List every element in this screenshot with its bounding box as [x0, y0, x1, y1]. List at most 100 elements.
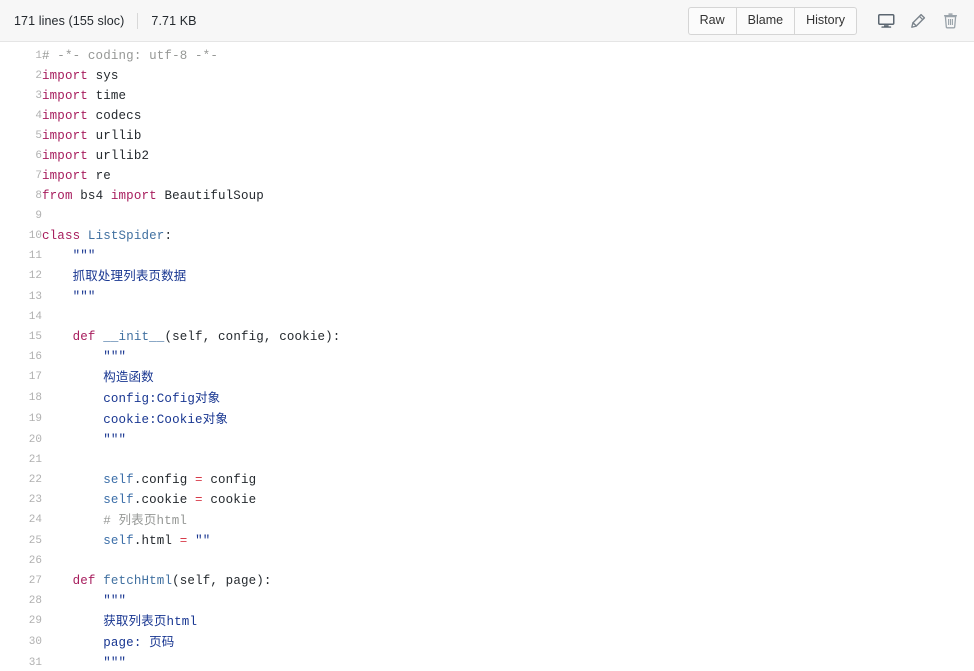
raw-button[interactable]: Raw [687, 6, 736, 35]
line-content[interactable]: import urllib2 [42, 146, 974, 166]
code-line-row: 15 def __init__(self, config, cookie): [0, 327, 974, 347]
line-content[interactable]: ​ [42, 551, 974, 571]
code-line-row: 1 # -*- coding: utf-8 -*- [0, 46, 974, 66]
code-token: """ [42, 656, 127, 670]
file-view-button-group: Raw Blame History [687, 6, 857, 35]
code-token: # [42, 514, 119, 528]
line-number[interactable]: 6 [0, 146, 42, 166]
code-token: .cookie [133, 493, 196, 507]
code-token: from [42, 189, 73, 203]
line-content[interactable]: config:Cofig对象 [42, 388, 974, 409]
line-number[interactable]: 15 [0, 327, 42, 347]
line-number[interactable]: 13 [0, 287, 42, 307]
line-number[interactable]: 29 [0, 611, 42, 632]
line-number[interactable]: 22 [0, 470, 42, 490]
line-number[interactable]: 11 [0, 246, 42, 266]
line-number[interactable]: 31 [0, 653, 42, 671]
code-token: self [103, 473, 134, 487]
line-content[interactable]: 获取列表页html [42, 611, 974, 632]
line-content[interactable]: class ListSpider: [42, 226, 974, 246]
code-line-row: 24 # 列表页html [0, 510, 974, 531]
code-token: (self, config, cookie): [164, 330, 341, 344]
code-line-row: 3 import time [0, 86, 974, 106]
line-content[interactable]: """ [42, 246, 974, 266]
code-line-row: 18 config:Cofig对象 [0, 388, 974, 409]
line-number[interactable]: 24 [0, 510, 42, 531]
line-content[interactable]: self.config = config [42, 470, 974, 490]
line-number[interactable]: 17 [0, 367, 42, 388]
line-number[interactable]: 28 [0, 591, 42, 611]
pencil-icon[interactable] [905, 8, 931, 34]
code-blob-area[interactable]: 1 # -*- coding: utf-8 -*- 2 import sys 3 impo… [0, 42, 974, 671]
code-token: 抓取处理列表页数据 [72, 268, 187, 283]
line-content[interactable]: import re [42, 166, 974, 186]
line-content[interactable]: """ [42, 591, 974, 611]
line-content[interactable]: import time [42, 86, 974, 106]
code-token: cookie [202, 493, 257, 507]
line-number[interactable]: 1 [0, 46, 42, 66]
code-line-row: 31 """ [0, 653, 974, 671]
line-number[interactable]: 18 [0, 388, 42, 409]
line-number[interactable]: 30 [0, 632, 42, 653]
blame-button[interactable]: Blame [735, 6, 795, 35]
line-number[interactable]: 12 [0, 266, 42, 287]
line-content[interactable]: 构造函数 [42, 367, 974, 388]
line-number[interactable]: 3 [0, 86, 42, 106]
desktop-icon[interactable] [873, 8, 899, 34]
line-number[interactable]: 16 [0, 347, 42, 367]
code-token: """ [42, 290, 96, 304]
line-content[interactable]: ​ [42, 450, 974, 470]
code-token: 获取列表页 [103, 613, 167, 628]
line-content[interactable]: import urllib [42, 126, 974, 146]
code-token: sys [87, 69, 119, 83]
line-number[interactable]: 10 [0, 226, 42, 246]
line-content[interactable]: import codecs [42, 106, 974, 126]
line-content[interactable]: from bs4 import BeautifulSoup [42, 186, 974, 206]
line-content[interactable]: ​ [42, 307, 974, 327]
line-number[interactable]: 7 [0, 166, 42, 186]
line-content[interactable]: def fetchHtml(self, page): [42, 571, 974, 591]
line-content[interactable]: 抓取处理列表页数据 [42, 266, 974, 287]
trash-icon[interactable] [937, 8, 963, 34]
line-content[interactable]: """ [42, 653, 974, 671]
line-number[interactable]: 14 [0, 307, 42, 327]
line-number[interactable]: 27 [0, 571, 42, 591]
code-token: config:Cofig [42, 392, 196, 406]
file-blob-view: 171 lines (155 sloc) 7.71 KB Raw Blame H… [0, 0, 974, 671]
line-content[interactable]: import sys [42, 66, 974, 86]
code-line-row: 26​ [0, 551, 974, 571]
code-token: config [202, 473, 257, 487]
line-content[interactable]: # 列表页html [42, 510, 974, 531]
line-number[interactable]: 21 [0, 450, 42, 470]
line-number[interactable]: 9 [0, 206, 42, 226]
line-number[interactable]: 4 [0, 106, 42, 126]
code-token: fetchHtml [103, 574, 173, 588]
line-number[interactable]: 23 [0, 490, 42, 510]
history-button[interactable]: History [794, 6, 857, 35]
line-number[interactable]: 8 [0, 186, 42, 206]
line-content[interactable]: ​ [42, 206, 974, 226]
code-line-row: 10 class ListSpider: [0, 226, 974, 246]
line-number[interactable]: 25 [0, 531, 42, 551]
line-number[interactable]: 19 [0, 409, 42, 430]
code-token: """ [42, 433, 127, 447]
code-line-row: 4 import codecs [0, 106, 974, 126]
line-content[interactable]: """ [42, 430, 974, 450]
code-token: import [42, 149, 88, 163]
code-token: import [110, 189, 157, 203]
line-content[interactable]: self.cookie = cookie [42, 490, 974, 510]
file-meta-group: 171 lines (155 sloc) 7.71 KB [14, 12, 688, 29]
line-content[interactable]: # -*- coding: utf-8 -*- [42, 46, 974, 66]
line-number[interactable]: 20 [0, 430, 42, 450]
line-content[interactable]: self.html = "" [42, 531, 974, 551]
line-content[interactable]: """ [42, 287, 974, 307]
line-number[interactable]: 2 [0, 66, 42, 86]
code-token: bs4 [72, 189, 111, 203]
line-number[interactable]: 26 [0, 551, 42, 571]
line-number[interactable]: 5 [0, 126, 42, 146]
code-line-row: 11 """ [0, 246, 974, 266]
line-content[interactable]: cookie:Cookie对象 [42, 409, 974, 430]
line-content[interactable]: def __init__(self, config, cookie): [42, 327, 974, 347]
line-content[interactable]: page: 页码 [42, 632, 974, 653]
line-content[interactable]: """ [42, 347, 974, 367]
